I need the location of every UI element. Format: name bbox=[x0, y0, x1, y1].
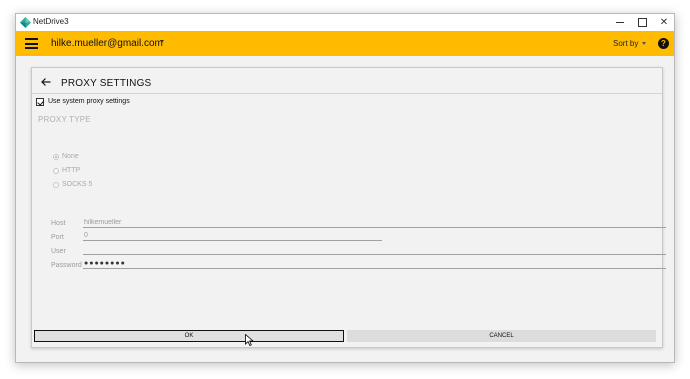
user-label: User bbox=[51, 248, 66, 255]
proxy-type-socks5-radio[interactable] bbox=[53, 182, 59, 188]
port-field[interactable] bbox=[83, 231, 382, 241]
user-field[interactable] bbox=[83, 245, 666, 255]
cancel-button[interactable]: CANCEL bbox=[347, 330, 656, 342]
help-icon[interactable]: ? bbox=[658, 38, 669, 49]
password-label: Password bbox=[51, 262, 82, 269]
hamburger-menu-icon[interactable] bbox=[25, 38, 38, 49]
back-arrow-icon[interactable] bbox=[41, 77, 51, 87]
proxy-type-http-radio[interactable] bbox=[53, 168, 59, 174]
port-label: Port bbox=[51, 234, 64, 241]
chevron-down-icon[interactable] bbox=[160, 40, 164, 43]
use-system-proxy-label[interactable]: Use system proxy settings bbox=[48, 98, 130, 105]
app-header-bar: hilke.mueller@gmail.com Sort by ? bbox=[16, 31, 674, 56]
account-selector[interactable]: hilke.mueller@gmail.com bbox=[51, 38, 163, 49]
host-field[interactable] bbox=[83, 218, 666, 228]
proxy-type-http-label[interactable]: HTTP bbox=[62, 167, 80, 174]
minimize-button[interactable] bbox=[608, 14, 632, 31]
ok-button[interactable]: OK bbox=[34, 330, 344, 342]
window-title: NetDrive3 bbox=[33, 17, 69, 26]
proxy-type-none-radio[interactable] bbox=[53, 154, 59, 160]
maximize-button[interactable] bbox=[630, 14, 654, 31]
netdrive-logo-icon bbox=[20, 17, 31, 28]
proxy-type-heading: PROXY TYPE bbox=[38, 115, 91, 124]
proxy-type-none-label[interactable]: None bbox=[62, 153, 79, 160]
chevron-down-icon[interactable] bbox=[642, 42, 646, 45]
sort-by-button[interactable]: Sort by bbox=[613, 39, 638, 48]
title-bar: NetDrive3 ✕ bbox=[16, 14, 674, 31]
use-system-proxy-checkbox[interactable] bbox=[36, 98, 44, 106]
close-window-button[interactable]: ✕ bbox=[652, 14, 674, 31]
host-label: Host bbox=[51, 220, 66, 227]
proxy-settings-panel: PROXY SETTINGS Use system proxy settings… bbox=[31, 67, 666, 348]
divider bbox=[32, 93, 662, 94]
page-title: PROXY SETTINGS bbox=[61, 78, 152, 89]
proxy-type-socks5-label[interactable]: SOCKS 5 bbox=[62, 181, 92, 188]
mouse-cursor-icon bbox=[245, 334, 254, 346]
password-field[interactable] bbox=[83, 259, 666, 269]
app-window: NetDrive3 ✕ hilke.mueller@gmail.com Sort… bbox=[15, 13, 675, 363]
